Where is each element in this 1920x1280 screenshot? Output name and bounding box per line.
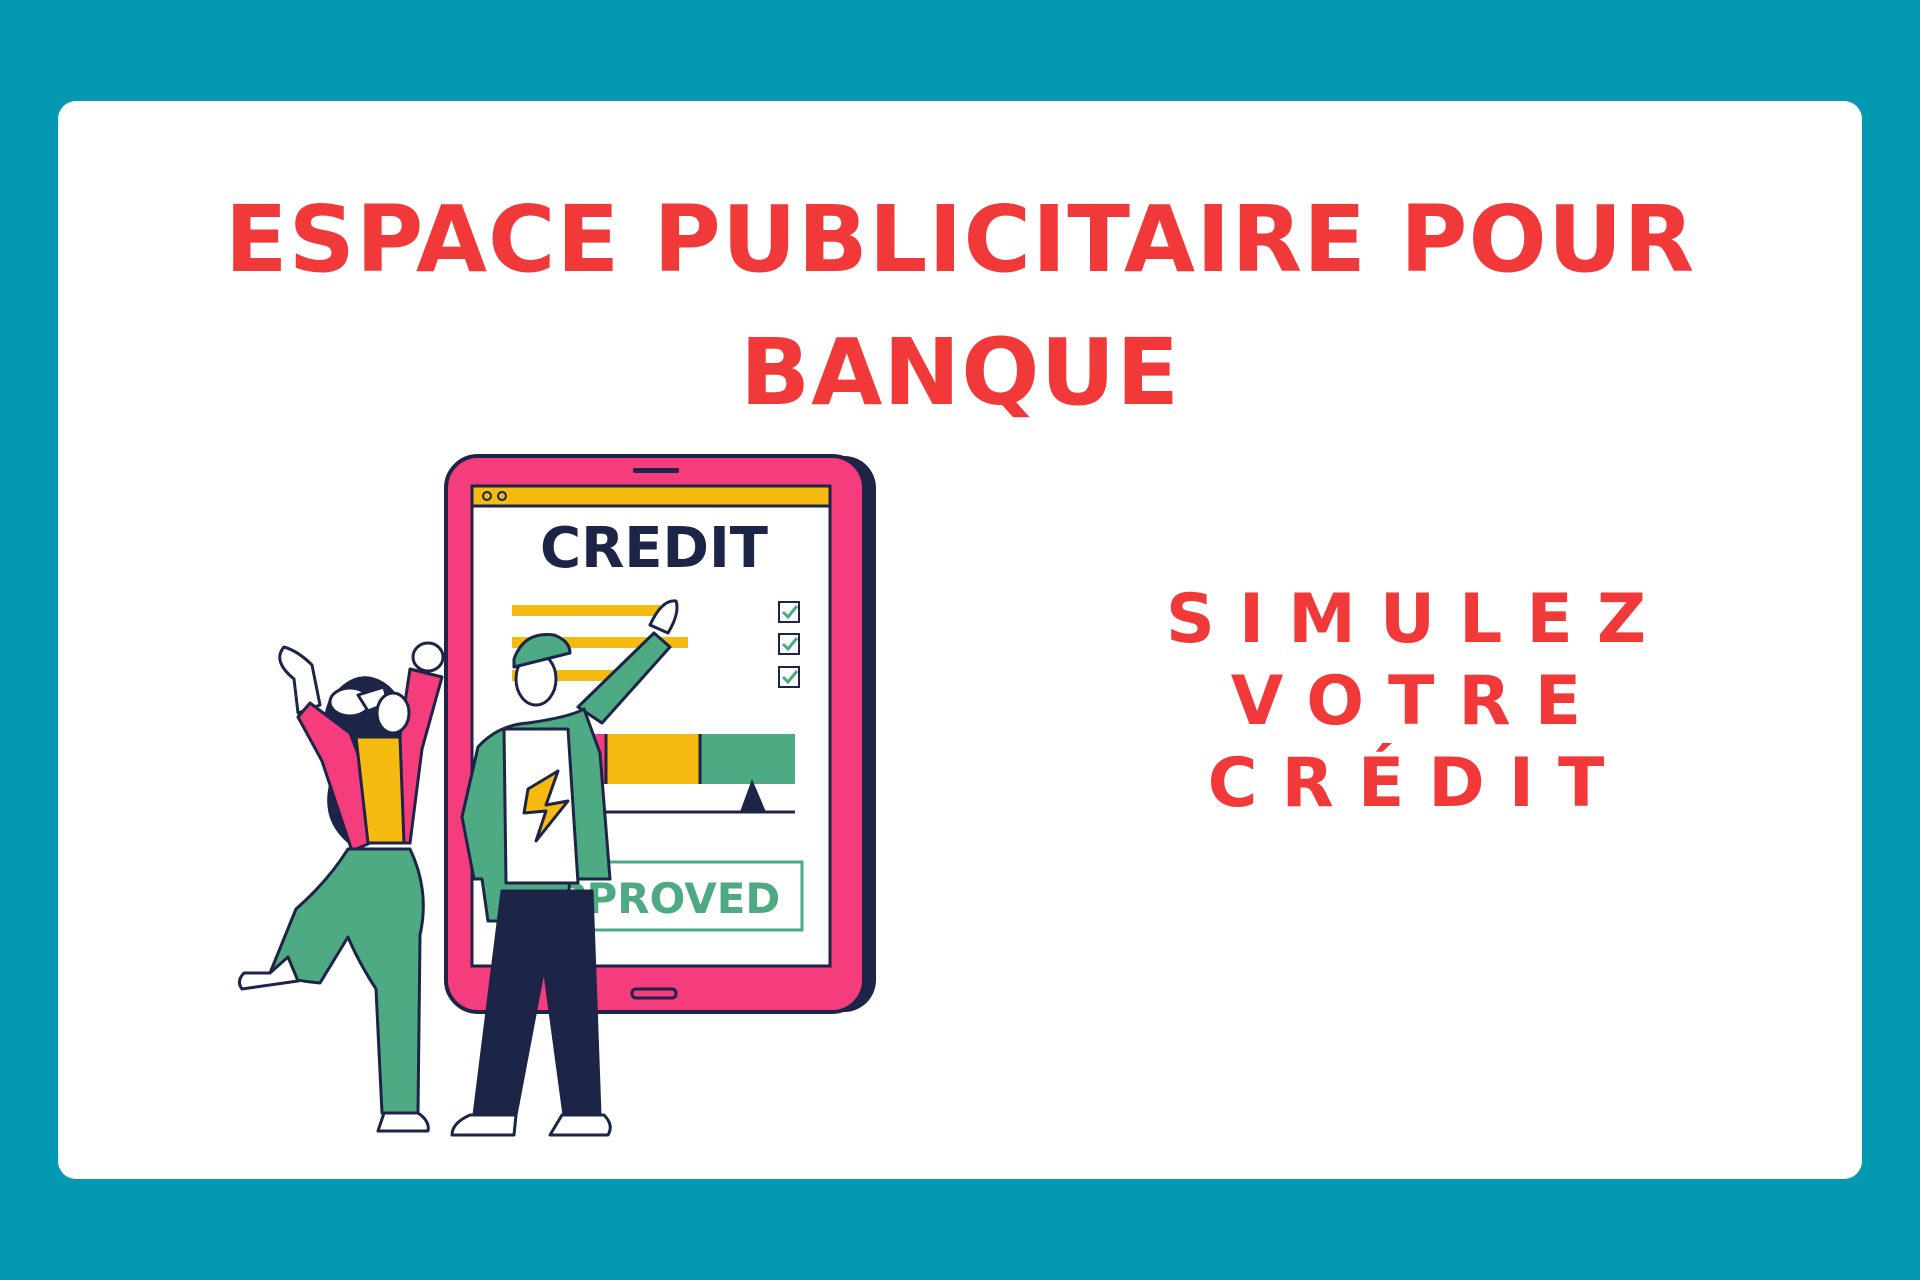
cta-line-3: CRÉDIT (1207, 744, 1629, 823)
ad-card: ESPACE PUBLICITAIRE POUR BANQUE CREDIT P… (58, 101, 1862, 1179)
gauge-segment-green (700, 734, 795, 784)
tablet-speaker (633, 468, 679, 473)
man-shoe-right (548, 1113, 612, 1137)
gauge-segment-yellow (606, 734, 700, 784)
woman-figure (237, 641, 445, 1133)
woman-face (375, 691, 411, 735)
man-shoe-left (450, 1113, 518, 1137)
cta-line-1: SIMULEZ (1165, 580, 1671, 659)
screen-title: CREDIT (540, 516, 768, 581)
simulate-credit-cta: SIMULEZ VOTRE CRÉDIT (1038, 579, 1798, 825)
text-line (512, 605, 660, 616)
woman-shoe-left (237, 955, 300, 991)
woman-hand-right (411, 641, 445, 673)
woman-arm-tip-left (278, 645, 322, 715)
cta-line-2: VOTRE (1230, 662, 1606, 741)
browser-bar (470, 484, 832, 508)
woman-shoe-right (376, 1111, 430, 1133)
